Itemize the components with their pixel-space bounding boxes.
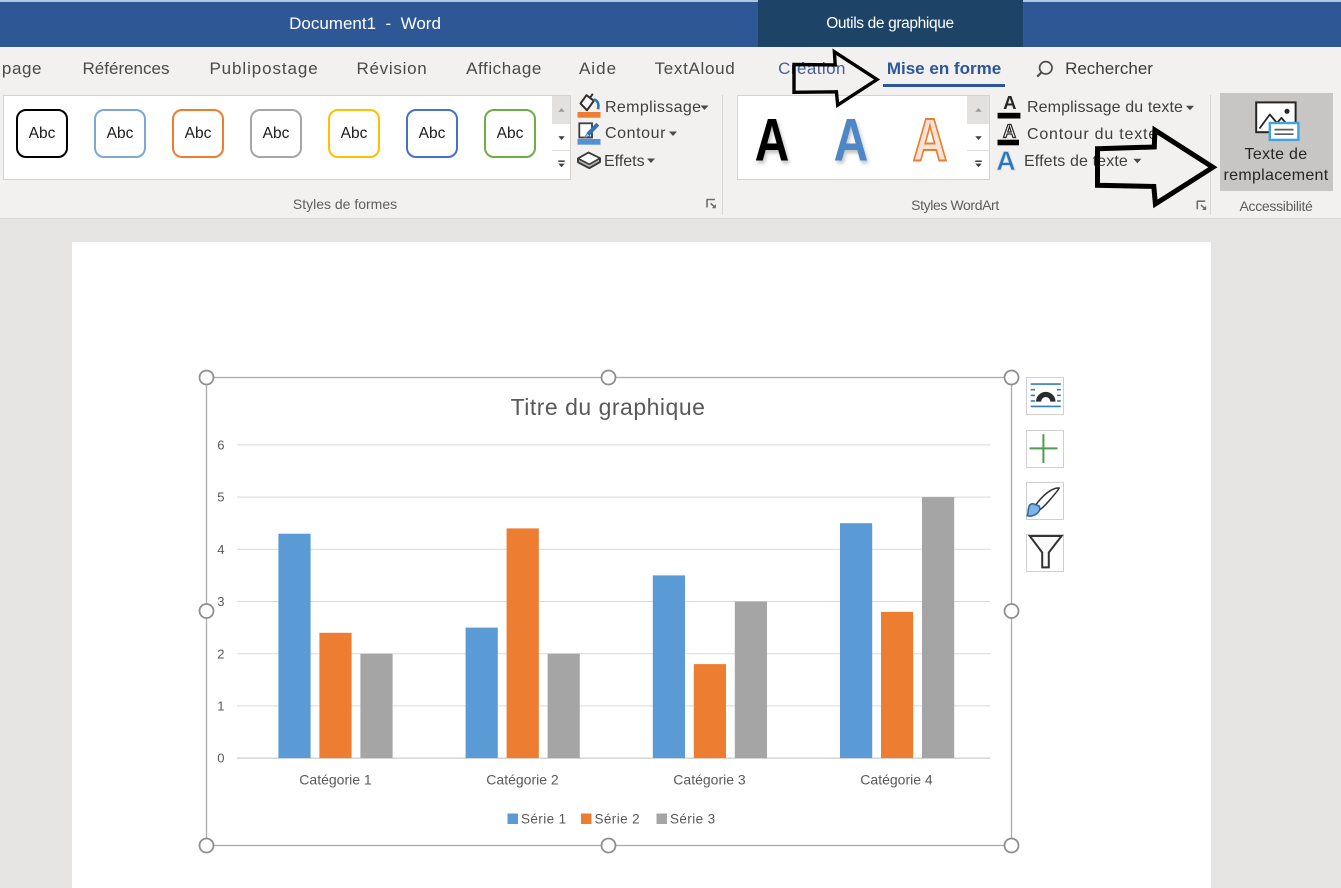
- svg-text:Série 3: Série 3: [670, 812, 716, 827]
- svg-text:Catégorie 4: Catégorie 4: [860, 772, 933, 788]
- svg-text:Catégorie 3: Catégorie 3: [673, 772, 746, 788]
- svg-text:6: 6: [217, 438, 224, 453]
- svg-text:Catégorie 2: Catégorie 2: [486, 772, 559, 788]
- svg-text:Catégorie 1: Catégorie 1: [299, 772, 372, 788]
- svg-text:Série 2: Série 2: [595, 812, 641, 827]
- svg-text:Série 1: Série 1: [521, 812, 567, 827]
- svg-text:2: 2: [217, 646, 224, 661]
- svg-text:Titre du graphique: Titre du graphique: [511, 394, 706, 420]
- svg-text:A: A: [1003, 92, 1016, 113]
- svg-text:1: 1: [217, 699, 224, 714]
- svg-text:4: 4: [217, 542, 224, 557]
- svg-text:5: 5: [217, 490, 224, 505]
- svg-text:0: 0: [217, 751, 224, 766]
- svg-text:A: A: [1003, 121, 1016, 141]
- svg-text:A: A: [996, 146, 1016, 176]
- svg-text:3: 3: [217, 594, 224, 609]
